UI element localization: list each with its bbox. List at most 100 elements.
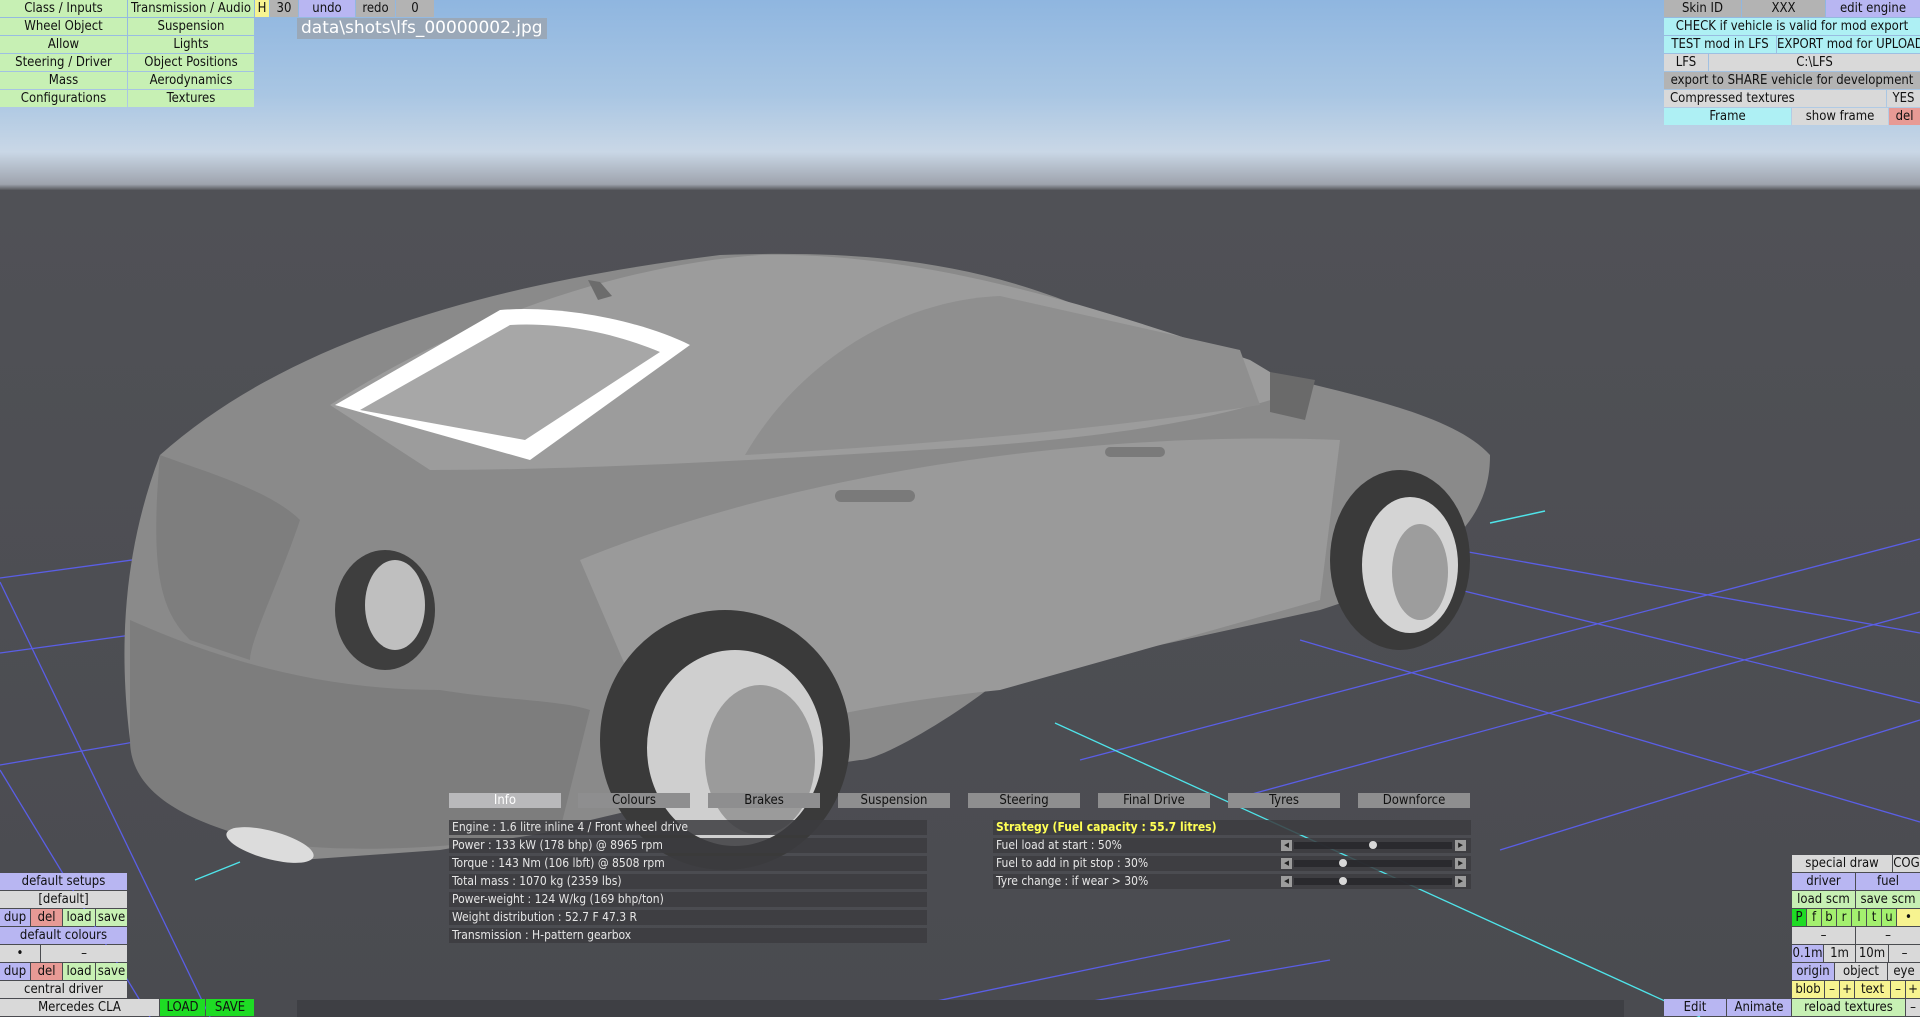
pit-fuel-knob[interactable] bbox=[1339, 859, 1347, 867]
view-dot-button[interactable]: • bbox=[1897, 909, 1920, 926]
text-plus-button[interactable]: + bbox=[1906, 981, 1920, 998]
default-colours-button[interactable]: default colours bbox=[0, 927, 127, 944]
driver-button[interactable]: driver bbox=[1792, 873, 1855, 890]
view-b-button[interactable]: b bbox=[1822, 909, 1836, 926]
textures-button[interactable]: Textures bbox=[128, 90, 254, 107]
tab-info[interactable]: Info bbox=[449, 793, 561, 808]
cog-button[interactable]: COG bbox=[1893, 855, 1920, 872]
central-driver-button[interactable]: central driver bbox=[0, 981, 127, 998]
tab-steering[interactable]: Steering bbox=[968, 793, 1080, 808]
setup-del-button[interactable]: del bbox=[31, 909, 62, 926]
tyre-change-decrease-icon[interactable]: ◀ bbox=[1281, 876, 1292, 887]
blob-plus-button[interactable]: + bbox=[1840, 981, 1854, 998]
object-positions-button[interactable]: Object Positions bbox=[128, 54, 254, 71]
text-minus-button[interactable]: – bbox=[1891, 981, 1905, 998]
tab-colours[interactable]: Colours bbox=[578, 793, 690, 808]
tab-suspension[interactable]: Suspension bbox=[838, 793, 950, 808]
pit-fuel-slider[interactable] bbox=[1294, 859, 1452, 867]
lfs-path-field[interactable]: C:\LFS bbox=[1709, 54, 1920, 71]
fuel-start-increase-icon[interactable]: ▶ bbox=[1455, 840, 1466, 851]
setup-name-field[interactable]: [default] bbox=[0, 891, 127, 908]
frame-button[interactable]: Frame bbox=[1664, 108, 1791, 125]
tab-tyres[interactable]: Tyres bbox=[1228, 793, 1340, 808]
reload-textures-button[interactable]: reload textures bbox=[1792, 999, 1905, 1016]
pit-fuel-decrease-icon[interactable]: ◀ bbox=[1281, 858, 1292, 869]
blob-minus-button[interactable]: – bbox=[1825, 981, 1839, 998]
colour-load-button[interactable]: load bbox=[63, 963, 95, 980]
configurations-button[interactable]: Configurations bbox=[0, 90, 127, 107]
tyre-change-increase-icon[interactable]: ▶ bbox=[1455, 876, 1466, 887]
allow-button[interactable]: Allow bbox=[0, 36, 127, 53]
export-share-button[interactable]: export to SHARE vehicle for development bbox=[1664, 72, 1920, 89]
fuel-start-knob[interactable] bbox=[1369, 841, 1377, 849]
special-draw-button[interactable]: special draw bbox=[1792, 855, 1892, 872]
car-name-field[interactable]: Mercedes CLA bbox=[0, 999, 159, 1016]
dash-left-button[interactable]: – bbox=[1792, 927, 1855, 944]
step-0-1m-button[interactable]: 0.1m bbox=[1792, 945, 1823, 962]
frame-delete-button[interactable]: del bbox=[1889, 108, 1920, 125]
view-t-button[interactable]: t bbox=[1867, 909, 1881, 926]
redo-count-button[interactable]: 0 bbox=[396, 0, 434, 17]
setup-load-button[interactable]: load bbox=[63, 909, 95, 926]
default-setups-button[interactable]: default setups bbox=[0, 873, 127, 890]
step-10m-button[interactable]: 10m bbox=[1856, 945, 1888, 962]
check-valid-button[interactable]: CHECK if vehicle is valid for mod export bbox=[1664, 18, 1920, 35]
fuel-start-decrease-icon[interactable]: ◀ bbox=[1281, 840, 1292, 851]
mass-button[interactable]: Mass bbox=[0, 72, 127, 89]
viewport-3d[interactable] bbox=[0, 0, 1920, 1017]
export-mod-button[interactable]: EXPORT mod for UPLOAD bbox=[1777, 36, 1920, 53]
compressed-textures-toggle[interactable]: YES bbox=[1887, 90, 1920, 107]
view-r-button[interactable]: r bbox=[1837, 909, 1851, 926]
tab-downforce[interactable]: Downforce bbox=[1358, 793, 1470, 808]
blob-button[interactable]: blob bbox=[1792, 981, 1824, 998]
view-p-button[interactable]: P bbox=[1792, 909, 1806, 926]
text-button[interactable]: text bbox=[1855, 981, 1890, 998]
show-frame-button[interactable]: show frame bbox=[1792, 108, 1888, 125]
colour-dup-button[interactable]: dup bbox=[0, 963, 30, 980]
dash-right-button[interactable]: – bbox=[1856, 927, 1920, 944]
colour-save-button[interactable]: save bbox=[96, 963, 127, 980]
redo-button[interactable]: redo bbox=[356, 0, 395, 17]
fuel-button[interactable]: fuel bbox=[1856, 873, 1920, 890]
object-button[interactable]: object bbox=[1835, 963, 1887, 980]
animate-mode-button[interactable]: Animate bbox=[1727, 999, 1791, 1016]
skin-id-button[interactable]: Skin ID bbox=[1664, 0, 1741, 17]
step-1m-button[interactable]: 1m bbox=[1824, 945, 1855, 962]
pit-fuel-increase-icon[interactable]: ▶ bbox=[1455, 858, 1466, 869]
origin-button[interactable]: origin bbox=[1792, 963, 1834, 980]
colour-dash-button[interactable]: – bbox=[41, 945, 127, 962]
edit-mode-button[interactable]: Edit bbox=[1664, 999, 1726, 1016]
edit-engine-button[interactable]: edit engine bbox=[1826, 0, 1920, 17]
reload-dash-button[interactable]: – bbox=[1906, 999, 1920, 1016]
skin-id-value[interactable]: XXX bbox=[1742, 0, 1825, 17]
fps-value-button[interactable]: 30 bbox=[270, 0, 298, 17]
steering-driver-button[interactable]: Steering / Driver bbox=[0, 54, 127, 71]
load-scm-button[interactable]: load scm bbox=[1792, 891, 1855, 908]
tab-final-drive[interactable]: Final Drive bbox=[1098, 793, 1210, 808]
setup-dup-button[interactable]: dup bbox=[0, 909, 30, 926]
step-dash-button[interactable]: – bbox=[1889, 945, 1920, 962]
fuel-start-slider[interactable] bbox=[1294, 841, 1452, 849]
car-save-button[interactable]: SAVE bbox=[206, 999, 254, 1016]
colour-del-button[interactable]: del bbox=[31, 963, 62, 980]
suspension-button[interactable]: Suspension bbox=[128, 18, 254, 35]
wheel-object-button[interactable]: Wheel Object bbox=[0, 18, 127, 35]
setup-save-button[interactable]: save bbox=[96, 909, 127, 926]
h-toggle-button[interactable]: H bbox=[255, 0, 269, 17]
lights-button[interactable]: Lights bbox=[128, 36, 254, 53]
tyre-change-knob[interactable] bbox=[1339, 877, 1347, 885]
tyre-change-slider[interactable] bbox=[1294, 877, 1452, 885]
view-u-button[interactable]: u bbox=[1882, 909, 1896, 926]
view-f-button[interactable]: f bbox=[1807, 909, 1821, 926]
class-inputs-button[interactable]: Class / Inputs bbox=[0, 0, 127, 17]
tab-brakes[interactable]: Brakes bbox=[708, 793, 820, 808]
undo-button[interactable]: undo bbox=[299, 0, 355, 17]
test-mod-button[interactable]: TEST mod in LFS bbox=[1664, 36, 1776, 53]
eye-button[interactable]: eye bbox=[1888, 963, 1920, 980]
aerodynamics-button[interactable]: Aerodynamics bbox=[128, 72, 254, 89]
colour-dot-button[interactable]: • bbox=[0, 945, 40, 962]
view-l-button[interactable]: l bbox=[1852, 909, 1866, 926]
save-scm-button[interactable]: save scm bbox=[1856, 891, 1920, 908]
car-load-button[interactable]: LOAD bbox=[160, 999, 205, 1016]
transmission-audio-button[interactable]: Transmission / Audio bbox=[128, 0, 254, 17]
